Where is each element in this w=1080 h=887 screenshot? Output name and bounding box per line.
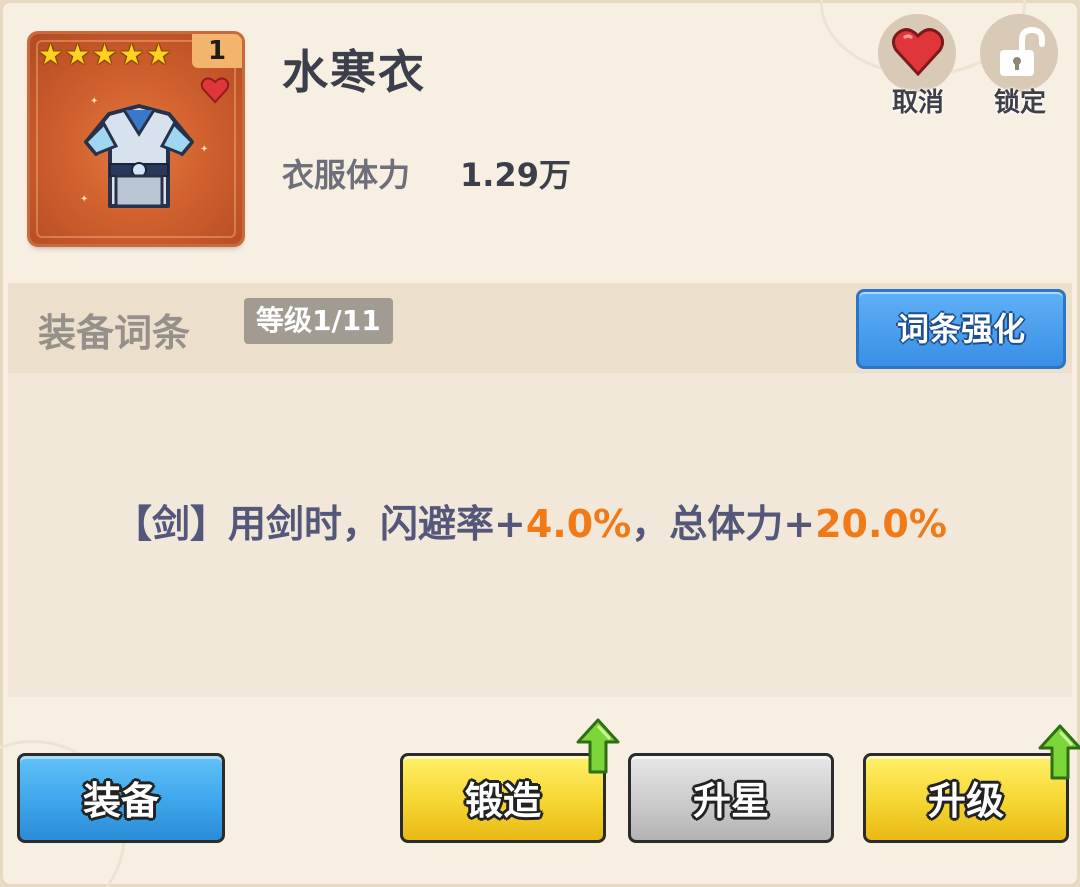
star-rating: ★ ★ ★ ★ ★: [38, 38, 172, 71]
star-icon: ★: [146, 38, 172, 71]
item-count-badge: 1: [192, 34, 242, 68]
affix-section-title: 装备词条: [38, 311, 191, 355]
affix-enhance-button[interactable]: 词条强化: [856, 289, 1066, 369]
affix-level-badge: 等级1/11: [244, 298, 393, 344]
cancel-favorite-button[interactable]: 取消: [878, 14, 958, 118]
item-name: 水寒衣: [282, 45, 426, 99]
effect-value-hp: 20.0%: [815, 502, 947, 546]
robe-armor-icon: [83, 104, 195, 208]
stat-label: 衣服体力: [282, 156, 411, 194]
affix-section-header: 装备词条 等级1/11 词条强化: [8, 283, 1072, 373]
affix-effect-text: 【剑】用剑时，闪避率+4.0%，总体力+20.0%: [114, 493, 947, 548]
item-icon-card: ✦ ✦ ✦ ★ ★ ★ ★ ★ 1: [30, 34, 242, 244]
item-detail-panel: ✦ ✦ ✦ ★ ★ ★ ★ ★ 1 水寒衣 衣服体力 1.29万 取消 锁定 装…: [0, 0, 1080, 887]
stat-value: 1.29万: [460, 156, 571, 194]
effect-value-dodge: 4.0%: [525, 502, 632, 546]
affix-effect-box: 【剑】用剑时，闪避率+4.0%，总体力+20.0%: [8, 373, 1072, 697]
heart-icon: [891, 28, 945, 77]
effect-mid: ，总体力+: [631, 502, 816, 546]
effect-prefix: 【剑】用剑时，闪避率+: [114, 502, 526, 546]
star-icon: ★: [38, 38, 64, 71]
lock-button[interactable]: 锁定: [980, 14, 1060, 118]
lock-label: 锁定: [993, 88, 1046, 118]
upgrade-arrow-icon: [576, 718, 620, 774]
upgrade-arrow-icon: [1038, 724, 1080, 780]
star-icon: ★: [119, 38, 145, 71]
star-icon: ★: [92, 38, 118, 71]
unlock-icon: [1000, 26, 1045, 76]
star-icon: ★: [65, 38, 91, 71]
star-up-button[interactable]: 升星: [628, 753, 834, 843]
equip-button[interactable]: 装备: [17, 753, 225, 843]
cancel-label: 取消: [891, 88, 944, 118]
